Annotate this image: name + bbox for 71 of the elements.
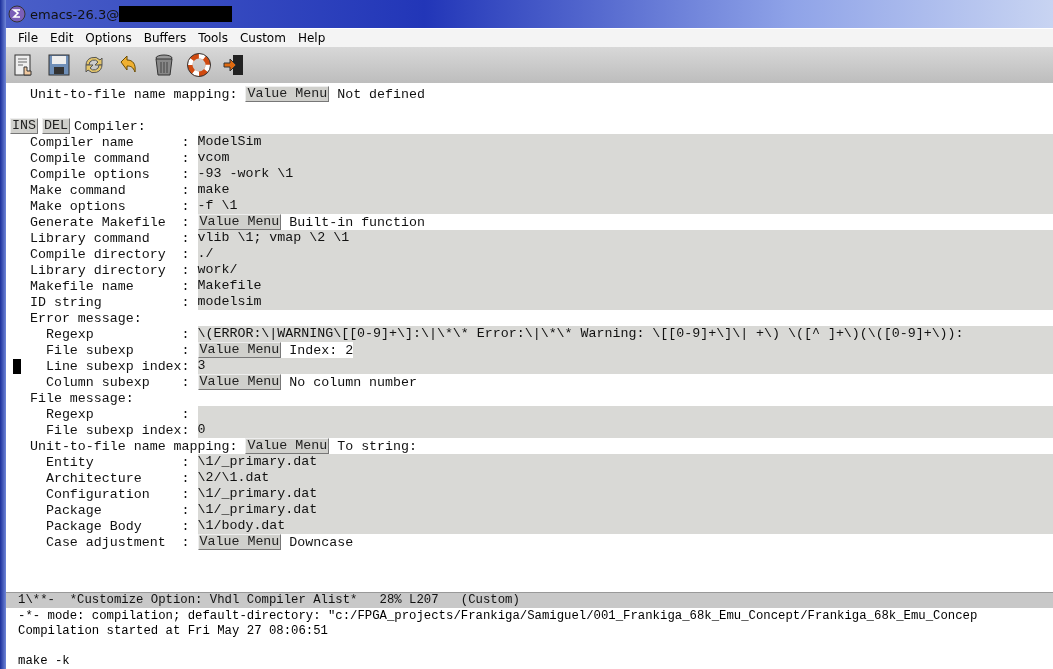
- field-label: ID string :: [28, 294, 191, 310]
- field-label: Package :: [44, 502, 191, 518]
- field-value[interactable]: 0: [197, 422, 1053, 438]
- field-label: Library directory :: [28, 262, 191, 278]
- option-value: To string:: [337, 438, 417, 454]
- menu-item[interactable]: Edit: [44, 31, 80, 45]
- output-line: make -k: [18, 654, 71, 669]
- field-value[interactable]: modelsim: [197, 294, 1053, 310]
- field-label: Regexp :: [44, 406, 191, 422]
- group-heading: File message:: [28, 390, 134, 406]
- output-line: -*- mode: compilation; default-directory: "c:/FPGA_projects/Frankiga/Samiguel/001_Frankiga_68k_Emu_Concept/Frankiga_68k_Emu_Concep: [18, 609, 979, 624]
- field-label: Generate Makefile :: [28, 214, 191, 230]
- app-logo-icon: [8, 5, 26, 23]
- field-value[interactable]: -93 -work \1: [197, 166, 1053, 182]
- trash-can-icon[interactable]: [152, 53, 176, 77]
- value-menu-button[interactable]: Value Menu: [197, 214, 282, 230]
- widget-button[interactable]: DEL: [41, 118, 70, 134]
- window-title: emacs-26.3@: [30, 6, 120, 22]
- field-value[interactable]: \1/body.dat: [197, 518, 1053, 534]
- value-menu-button[interactable]: Value Menu: [245, 86, 330, 102]
- group-heading: Error message:: [28, 310, 142, 326]
- field-value[interactable]: vcom: [197, 150, 1053, 166]
- field-value[interactable]: ModelSim: [197, 134, 1053, 150]
- field-label: Case adjustment :: [44, 534, 191, 550]
- field-label: Compile command :: [28, 150, 191, 166]
- field-value[interactable]: make: [197, 182, 1053, 198]
- field-label: Compile directory :: [28, 246, 191, 262]
- menu-item[interactable]: File: [12, 31, 45, 45]
- field-value[interactable]: \1/_primary.dat: [197, 454, 1053, 470]
- value-menu-button[interactable]: Value Menu: [245, 438, 330, 454]
- menu-item[interactable]: Options: [79, 31, 138, 45]
- field-label: Compile options :: [28, 166, 191, 182]
- value-menu-button[interactable]: Value Menu: [197, 342, 282, 358]
- field-label: File subexp index:: [44, 422, 191, 438]
- menu-item[interactable]: Help: [291, 31, 332, 45]
- field-label: Compiler name :: [28, 134, 191, 150]
- field-value[interactable]: -f \1: [197, 198, 1053, 214]
- field-label: Configuration :: [44, 486, 191, 502]
- field-value[interactable]: work/: [197, 262, 1053, 278]
- widget-button[interactable]: INS: [10, 118, 38, 134]
- field-label: Unit-to-file name mapping:: [28, 438, 239, 454]
- menu-item[interactable]: Buffers: [137, 31, 193, 45]
- field-label: Makefile name :: [28, 278, 191, 294]
- menu-item[interactable]: Tools: [192, 31, 234, 45]
- field-value[interactable]: \2/\1.dat: [197, 470, 1053, 486]
- input-field[interactable]: [197, 406, 1053, 422]
- field-label: Regexp :: [44, 326, 191, 342]
- field-value[interactable]: ./: [197, 246, 1053, 262]
- group-heading: Compiler:: [73, 118, 146, 134]
- value-menu-button[interactable]: Value Menu: [197, 534, 282, 550]
- field-label: Make command :: [28, 182, 191, 198]
- field-value[interactable]: \1/_primary.dat: [197, 486, 1053, 502]
- field-label: Make options :: [28, 198, 191, 214]
- field-label: Column subexp :: [44, 374, 191, 390]
- field-label: File subexp :: [44, 342, 191, 358]
- field-value[interactable]: \(ERROR:\|WARNING\[[0-9]+\]:\|\*\* Error:\|\*\* Warning: \[[0-9]+\]\| +\) \([^ ]+\)(\([0-9]+\)):: [197, 326, 1053, 342]
- field-value[interactable]: \1/_primary.dat: [197, 502, 1053, 518]
- field-label: Unit-to-file name mapping:: [28, 86, 239, 102]
- field-value[interactable]: Makefile: [197, 278, 1053, 294]
- exit-door-icon[interactable]: [222, 53, 246, 77]
- field-label: Line subexp index:: [44, 358, 191, 374]
- field-label: Package Body :: [44, 518, 191, 534]
- field-label: Architecture :: [44, 470, 191, 486]
- field-label: Entity :: [44, 454, 191, 470]
- field-value[interactable]: 3: [197, 358, 1053, 374]
- field-value[interactable]: vlib \1; vmap \2 \1: [197, 230, 1053, 246]
- field-label: Library command :: [28, 230, 191, 246]
- menu-item[interactable]: Custom: [233, 31, 292, 45]
- life-buoy-icon[interactable]: [187, 53, 211, 77]
- value-menu-button[interactable]: Value Menu: [197, 374, 282, 390]
- output-line: Compilation started at Fri May 27 08:06:51: [18, 624, 329, 639]
